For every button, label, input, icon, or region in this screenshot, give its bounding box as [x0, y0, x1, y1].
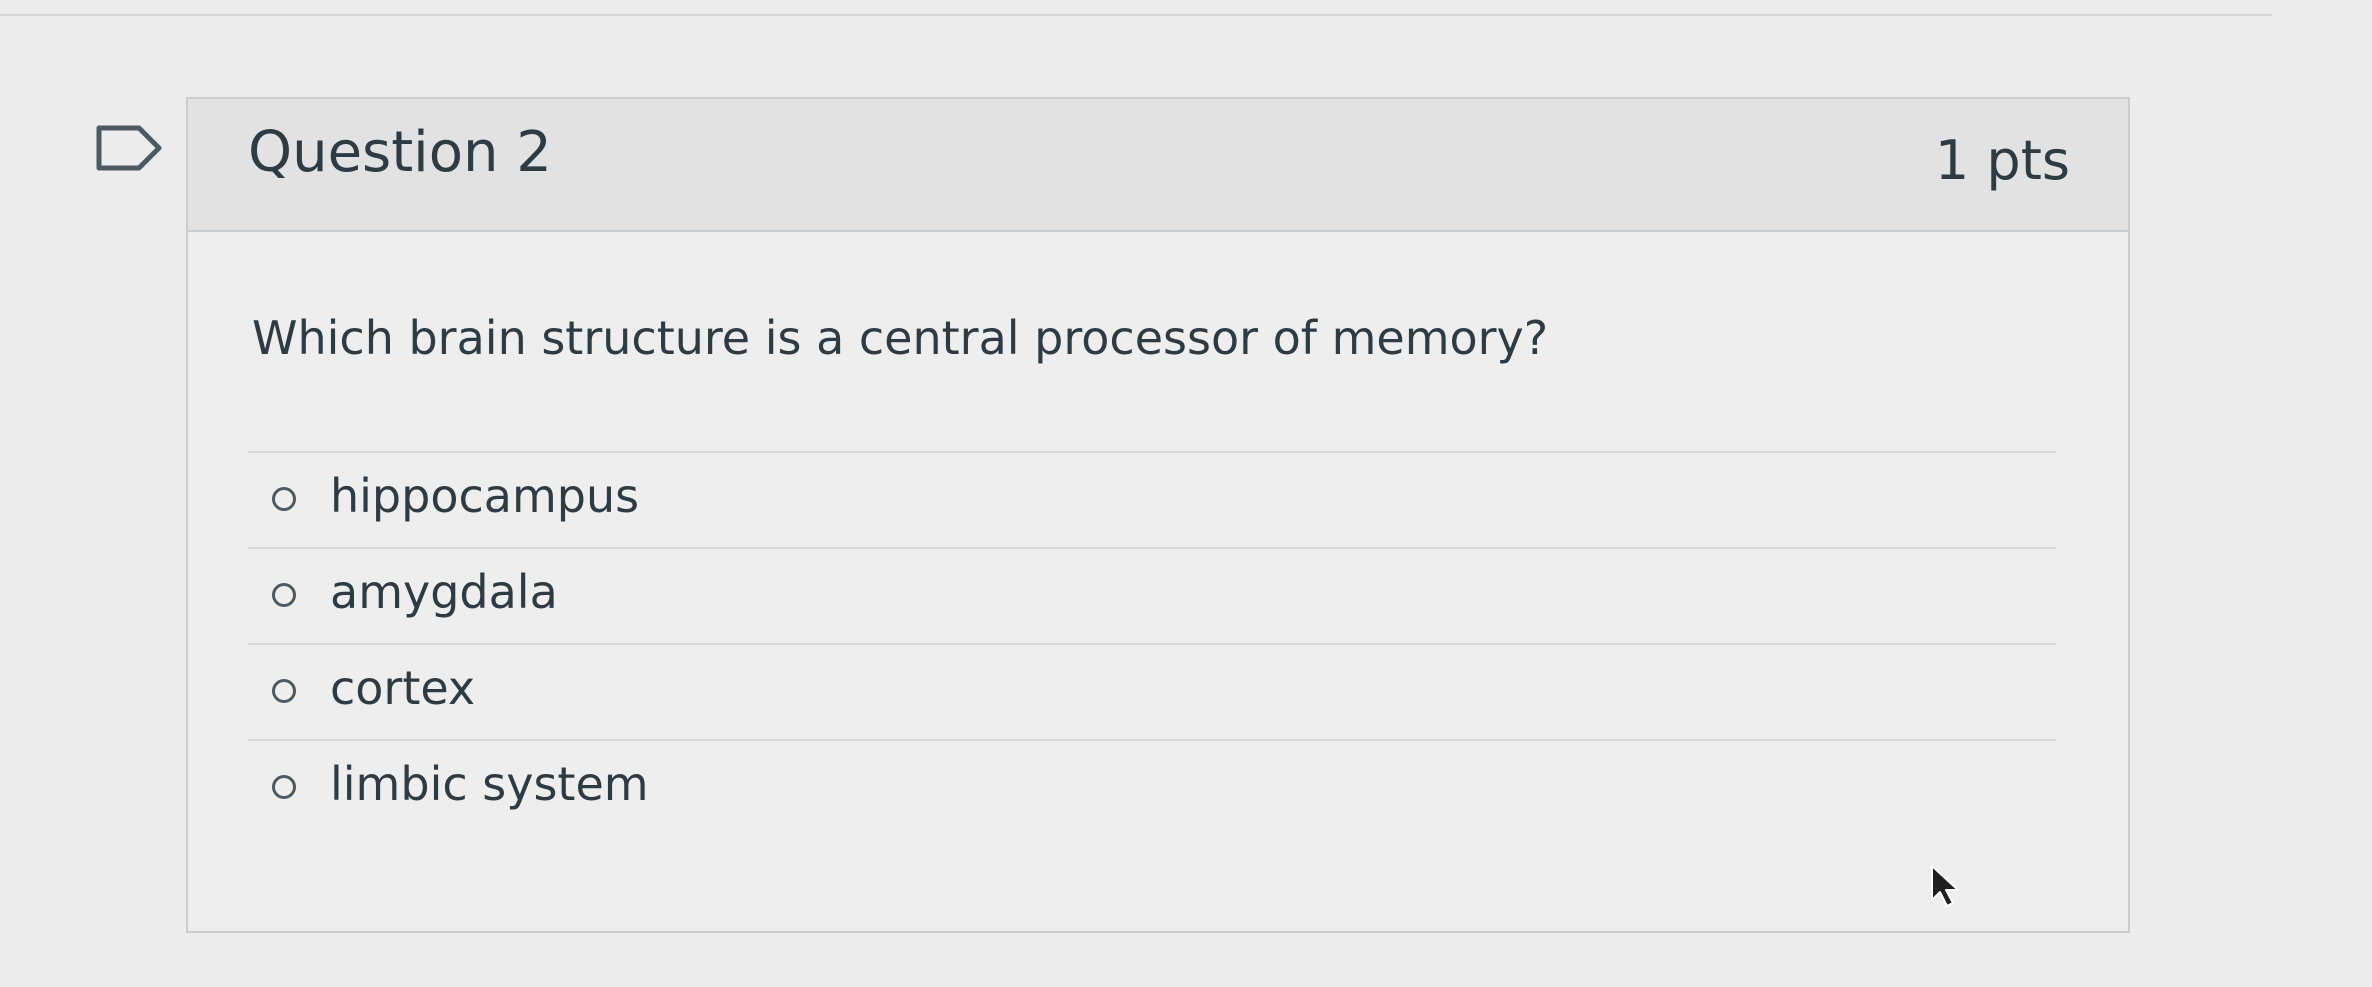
answer-option-cortex[interactable]: cortex — [248, 643, 2056, 739]
question-text: Which brain structure is a central proce… — [252, 311, 1549, 365]
mouse-pointer-icon — [1926, 862, 1966, 912]
radio-unselected-icon[interactable] — [272, 775, 296, 799]
radio-unselected-icon[interactable] — [272, 583, 296, 607]
question-points: 1 pts — [1934, 129, 2070, 192]
answer-option-hippocampus[interactable]: hippocampus — [248, 451, 2056, 547]
answer-option-amygdala[interactable]: amygdala — [248, 547, 2056, 643]
radio-unselected-icon[interactable] — [272, 679, 296, 703]
answer-option-limbic-system[interactable]: limbic system — [248, 739, 2056, 835]
answer-label[interactable]: cortex — [330, 661, 475, 716]
radio-unselected-icon[interactable] — [272, 487, 296, 511]
top-divider — [0, 14, 2272, 16]
question-card: Question 2 1 pts Which brain structure i… — [186, 97, 2130, 933]
flag-question-icon[interactable] — [95, 124, 165, 172]
answer-label[interactable]: limbic system — [330, 757, 649, 812]
answer-label[interactable]: amygdala — [330, 565, 558, 620]
answer-list: hippocampus amygdala cortex limbic syste… — [248, 451, 2056, 835]
answer-label[interactable]: hippocampus — [330, 469, 639, 524]
question-header: Question 2 1 pts — [188, 99, 2128, 232]
question-title: Question 2 — [248, 120, 552, 185]
